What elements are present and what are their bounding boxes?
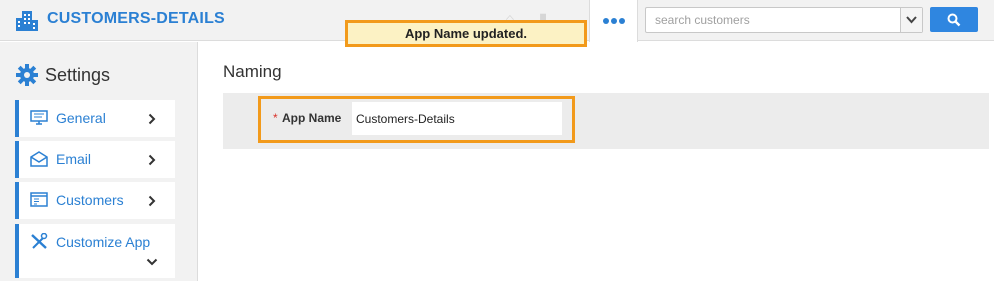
more-menu-button[interactable] [589, 0, 638, 42]
chevron-right-icon [148, 154, 156, 166]
sidebar-item-label: General [56, 110, 106, 126]
settings-sidebar: Settings General Email Customers Customi… [0, 42, 198, 281]
search-box [645, 7, 923, 33]
building-icon [16, 11, 38, 31]
sidebar-item-label: Email [56, 151, 92, 167]
chevron-down-icon [146, 258, 158, 266]
sidebar-item-email[interactable]: Email [15, 141, 175, 178]
envelope-icon [30, 151, 48, 167]
search-icon [947, 13, 961, 27]
sidebar-item-label: Customers [56, 192, 124, 208]
search-button[interactable] [930, 7, 978, 32]
more-dots-icon [603, 18, 609, 24]
more-dot [611, 18, 617, 24]
gear-icon [16, 64, 38, 86]
required-mark: * [273, 111, 278, 125]
app-name-label: App Name [282, 111, 342, 125]
sidebar-item-customers[interactable]: Customers [15, 182, 175, 219]
chevron-right-icon [148, 113, 156, 125]
sidebar-item-customize-app[interactable]: Customize App [15, 224, 175, 278]
app-title[interactable]: CUSTOMERS-DETAILS [47, 10, 225, 28]
settings-title: Settings [45, 65, 111, 85]
chevron-right-icon [148, 195, 156, 207]
monitor-icon [30, 110, 48, 125]
more-dot [619, 18, 625, 24]
sidebar-item-general[interactable]: General [15, 100, 175, 137]
chevron-down-icon [906, 16, 917, 24]
section-title: Naming [223, 62, 282, 81]
app-name-input[interactable] [352, 102, 562, 135]
status-toast: App Name updated. [345, 20, 587, 47]
tools-icon [31, 233, 48, 249]
sidebar-item-label: Customize App [56, 234, 151, 250]
search-dropdown-button[interactable] [900, 8, 922, 32]
window-icon [30, 192, 48, 207]
search-input[interactable] [646, 8, 901, 32]
